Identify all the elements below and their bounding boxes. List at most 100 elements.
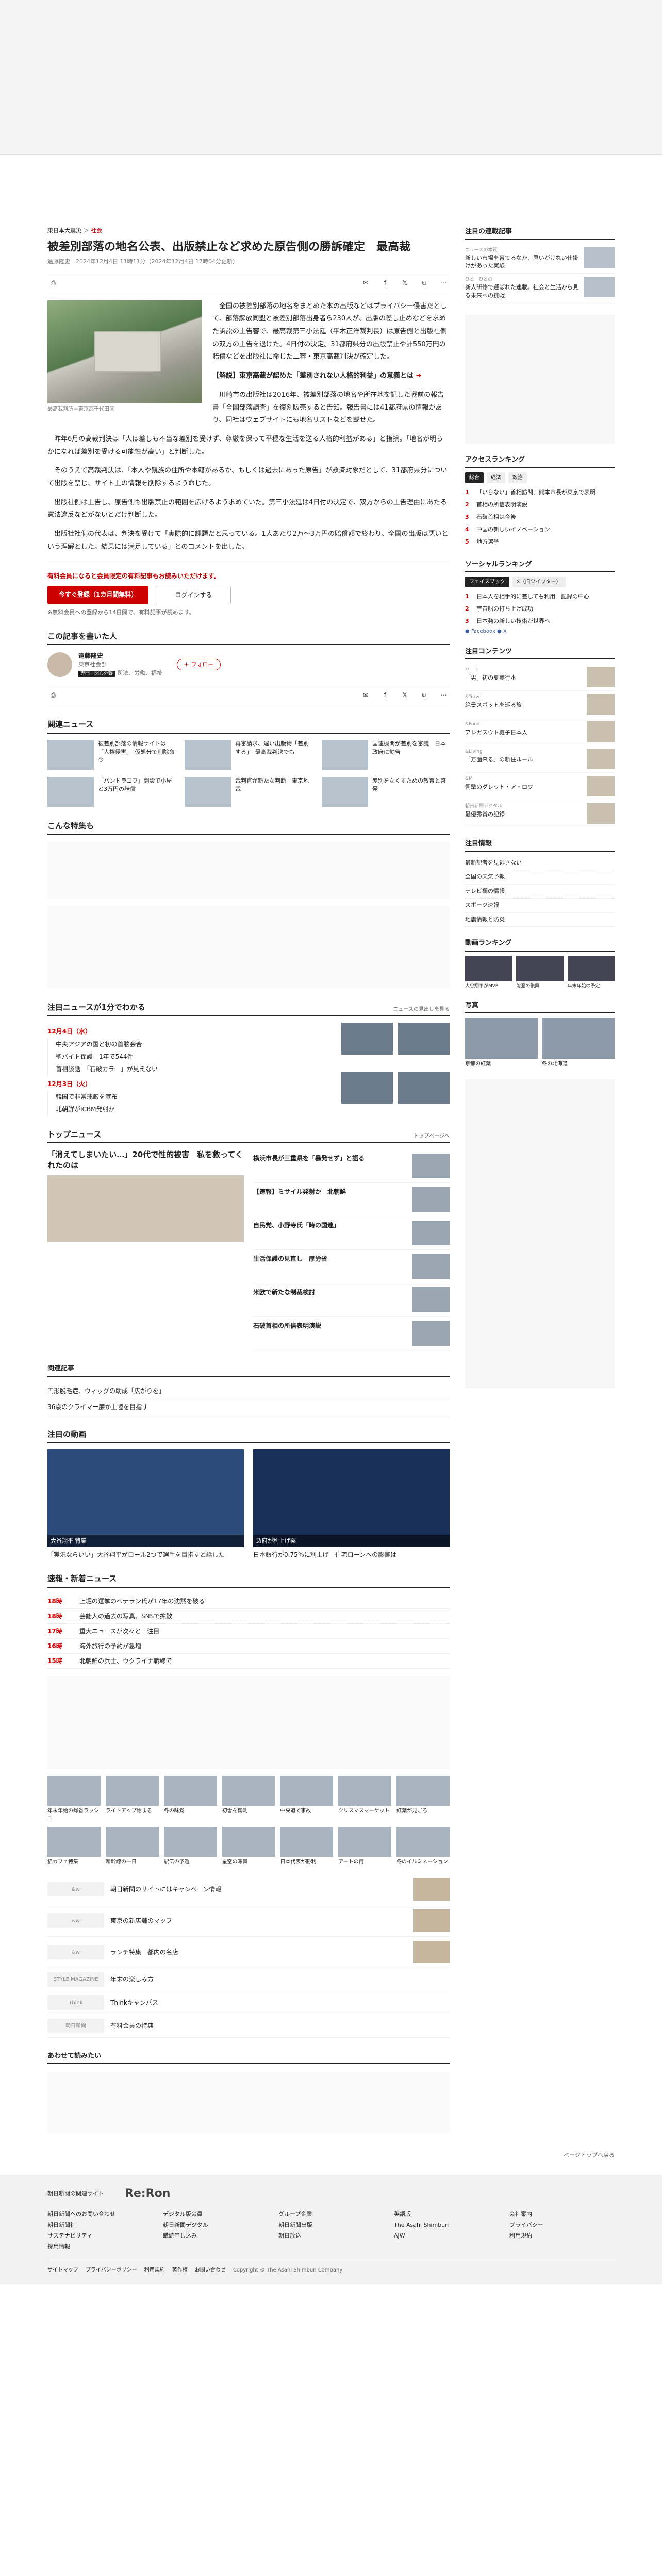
register-button[interactable]: 今すぐ登録（1カ月間無料）: [47, 586, 149, 605]
reron-logo[interactable]: Re:Ron: [125, 2185, 170, 2202]
timeline-item[interactable]: 中央アジアの国と初の首脳会合: [56, 1038, 332, 1050]
list-item[interactable]: 36歳のクライマー廉か上陸を目指す: [47, 1399, 450, 1415]
tab-ranking-0[interactable]: 総合: [465, 472, 484, 483]
list-item[interactable]: 18時 上堀の選挙のベテラン氏が17年の沈黙を破る: [47, 1594, 450, 1609]
ranking-item[interactable]: 3 日本発の新しい技術が世界へ: [465, 615, 615, 628]
footer-link[interactable]: サステナビリティ: [47, 2231, 153, 2242]
list-item[interactable]: 生活保護の見直し 厚労省: [253, 1250, 450, 1284]
footer-link[interactable]: プライバシー: [509, 2220, 615, 2231]
list-item[interactable]: 地震情報と防災: [465, 913, 615, 927]
timeline-more-link[interactable]: ニュースの見出しを見る: [393, 1006, 450, 1013]
video-item[interactable]: 年末年始の予定: [567, 955, 615, 989]
timeline-item[interactable]: 韓国で非常戒厳を宣布: [56, 1091, 332, 1103]
footer-bottom-link[interactable]: 利用規約: [144, 2266, 165, 2274]
list-item[interactable]: ニュースの本質 新しい市場を育てるなか、思いがけない仕掛けがあった実験: [465, 244, 615, 274]
footer-link[interactable]: 英語版: [394, 2209, 499, 2220]
breadcrumb-sub[interactable]: 社会: [91, 227, 102, 234]
list-item[interactable]: 全国の天気予報: [465, 870, 615, 885]
facebook-icon[interactable]: f: [379, 689, 391, 701]
ranking-item[interactable]: 2 首相の所信表明演説: [465, 499, 615, 511]
list-item[interactable]: &M 衝撃のダレット・ア・ロワ: [465, 773, 615, 801]
photo-item[interactable]: ライトアップ始まる: [105, 1775, 159, 1822]
list-item[interactable]: ひと ひとの 新人研修で選ばれた連載。社会と生活から見る未来への挑戦: [465, 274, 615, 304]
photo-item[interactable]: 駅伝の予選: [163, 1826, 217, 1866]
footer-link[interactable]: AJW: [394, 2231, 499, 2242]
video-item[interactable]: 大谷翔平がMVP: [465, 955, 512, 989]
list-item[interactable]: 被差別部落の情報サイトは「人権侵害」 仮処分で削除命令: [47, 739, 175, 770]
tab-ranking-1[interactable]: 経済: [487, 472, 505, 483]
ranking-item[interactable]: 3 石破首相は今後: [465, 511, 615, 523]
tab-ranking-2[interactable]: 政治: [508, 472, 527, 483]
photo-item[interactable]: 中央道で事故: [280, 1775, 334, 1822]
list-item[interactable]: 15時 北朝鮮の兵士、ウクライナ戦線で: [47, 1654, 450, 1669]
list-item[interactable]: &Food アレガスウト機子日本人: [465, 718, 615, 746]
footer-link[interactable]: 採用情報: [47, 2242, 153, 2252]
footer-bottom-link[interactable]: お問い合わせ: [195, 2266, 226, 2274]
photo-item[interactable]: 冬のイルミネーション: [396, 1826, 450, 1866]
list-item[interactable]: 差別をなくすための教育と啓発: [322, 776, 450, 807]
list-item[interactable]: 「パンドラコフ」開設で小屋と3万円の賠償: [47, 776, 175, 807]
footer-bottom-link[interactable]: サイトマップ: [47, 2266, 78, 2274]
footer-link[interactable]: 会社案内: [509, 2209, 615, 2220]
footer-link[interactable]: 利用規約: [509, 2231, 615, 2242]
photo-item[interactable]: 新幹線の一日: [105, 1826, 159, 1866]
mail-icon[interactable]: ✉: [360, 277, 371, 289]
print-icon[interactable]: ⎙: [47, 277, 59, 289]
list-item[interactable]: 石破首相の所信表明演説: [253, 1317, 450, 1351]
top-page-link[interactable]: トップページへ: [413, 1132, 450, 1140]
page-top-link[interactable]: ページトップへ戻る: [47, 2151, 615, 2160]
ranking-item[interactable]: 1 「いらない」首相訪問、熊本市長が東京で表明: [465, 486, 615, 499]
mail-icon[interactable]: ✉: [360, 689, 371, 701]
list-item[interactable]: Think Thinkキャンパス: [47, 1991, 450, 2015]
list-item[interactable]: 最新記者を見逃さない: [465, 856, 615, 871]
avatar[interactable]: [47, 652, 72, 677]
timeline-item[interactable]: 聖バイト保護 1年で544件: [56, 1050, 332, 1063]
top-news-lead[interactable]: 「消えてしまいたい…」20代で性的被害 私を救ってくれたのは: [47, 1149, 244, 1350]
more-icon[interactable]: ⋯: [438, 277, 450, 289]
photo-item[interactable]: 冬の北海道: [542, 1018, 615, 1068]
article-photo[interactable]: 最高裁判所＝東京都千代田区: [47, 300, 202, 433]
photo-item[interactable]: 年末年始の帰省ラッシュ: [47, 1775, 101, 1822]
photo-item[interactable]: アートの街: [338, 1826, 392, 1866]
tab-x[interactable]: X（旧ツイッター）: [512, 577, 566, 588]
ranking-item[interactable]: 5 地方選挙: [465, 536, 615, 548]
thumbnail[interactable]: [398, 1022, 450, 1055]
footer-link[interactable]: The Asahi Shimbun: [394, 2220, 499, 2231]
list-item[interactable]: 朝日新聞デジタル 最優秀賞の記録: [465, 800, 615, 828]
print-icon[interactable]: ⎙: [47, 689, 59, 701]
timeline-item[interactable]: 北朝鮮がICBM発射か: [56, 1103, 332, 1115]
more-icon[interactable]: ⋯: [438, 689, 450, 701]
video-card[interactable]: 政府が利上げ案 日本銀行が0.75％に利上げ 住宅ローンへの影響は: [253, 1449, 450, 1560]
login-button[interactable]: ログインする: [156, 586, 231, 605]
list-item[interactable]: 【速報】ミサイル発射か 北朝鮮: [253, 1183, 450, 1217]
photo-item[interactable]: 星空の写真: [222, 1826, 275, 1866]
video-item[interactable]: 能登の復興: [516, 955, 564, 989]
photo-item[interactable]: 日本代表が勝利: [280, 1826, 334, 1866]
list-item[interactable]: 再審請求、遅い出版物「差別する」 最高裁判決でも: [185, 739, 312, 770]
list-item[interactable]: STYLE MAGAZINE 年末の楽しみ方: [47, 1968, 450, 1992]
tab-facebook[interactable]: フェイスブック: [465, 577, 509, 588]
list-item[interactable]: 横浜市長が三重県を「暴発せず」と語る: [253, 1149, 450, 1183]
footer-link[interactable]: 朝日新聞デジタル: [163, 2220, 268, 2231]
photo-item[interactable]: 京都の紅葉: [465, 1018, 538, 1068]
footer-link[interactable]: 朝日新聞出版: [278, 2220, 384, 2231]
list-item[interactable]: &w 東京の新店舗のマップ: [47, 1905, 450, 1937]
bookmark-icon[interactable]: ⧉: [419, 277, 430, 289]
thumbnail[interactable]: [398, 1071, 450, 1104]
thumbnail[interactable]: [341, 1022, 393, 1055]
breadcrumb-section[interactable]: 東日本大震災: [47, 227, 81, 234]
facebook-icon[interactable]: f: [379, 277, 391, 289]
ranking-item[interactable]: 2 宇宙船の打ち上げ成功: [465, 603, 615, 615]
list-item[interactable]: &Travel 絶景スポットを巡る旅: [465, 691, 615, 719]
footer-bottom-link[interactable]: プライバシーポリシー: [86, 2266, 137, 2274]
list-item[interactable]: 裁判官が新たな判断 東京地裁: [185, 776, 312, 807]
bookmark-icon[interactable]: ⧉: [419, 689, 430, 701]
footer-link[interactable]: 朝日新聞へのお問い合わせ: [47, 2209, 153, 2220]
list-item[interactable]: 17時 重大ニュースが次々と 注目: [47, 1624, 450, 1639]
list-item[interactable]: テレビ欄の情報: [465, 885, 615, 899]
x-icon[interactable]: 𝕏: [399, 689, 410, 701]
list-item[interactable]: スポーツ速報: [465, 899, 615, 913]
list-item[interactable]: ハート 「男」初の夏実行本: [465, 664, 615, 691]
footer-bottom-link[interactable]: 著作権: [172, 2266, 188, 2274]
photo-item[interactable]: 猫カフェ特集: [47, 1826, 101, 1866]
